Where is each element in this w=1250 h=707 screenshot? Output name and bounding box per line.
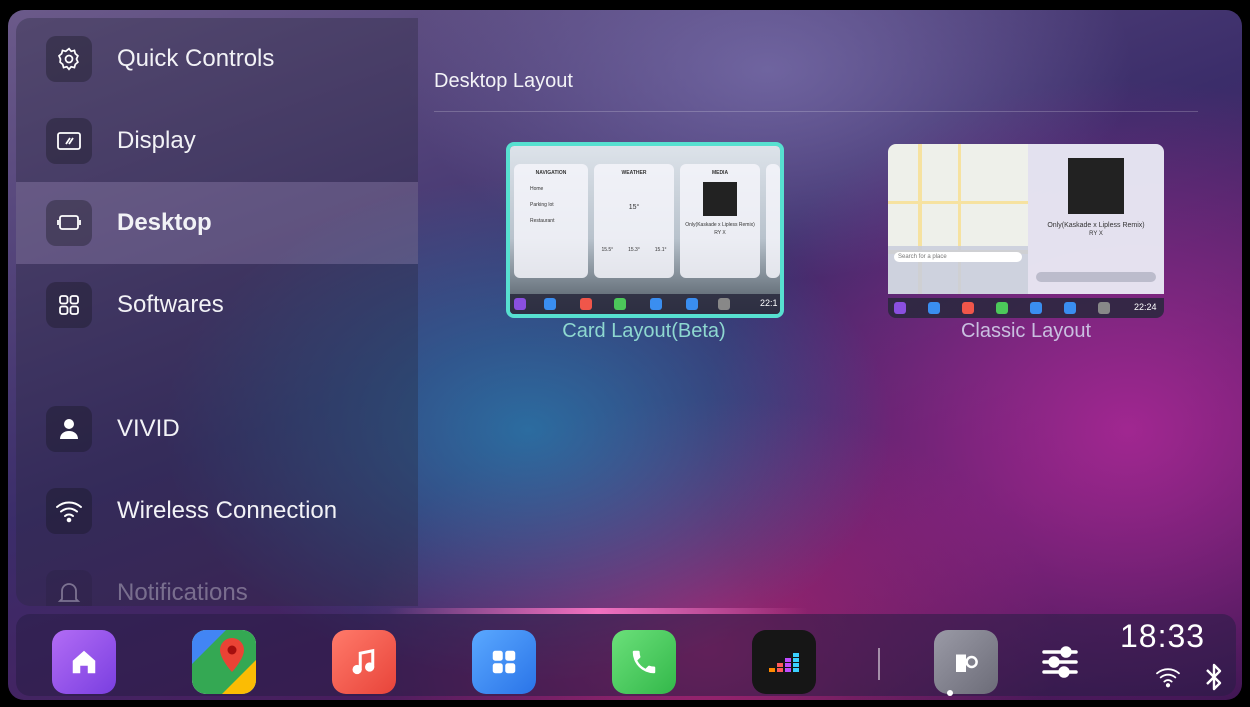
classic-layout-label[interactable]: Classic Layout	[888, 320, 1164, 343]
card-preview-navigation: NAVIGATION Home Parking lot Restaurant	[514, 164, 588, 278]
preview-nav-item: Parking lot	[530, 202, 554, 208]
preview-settings-icon	[686, 298, 698, 310]
wifi-icon	[46, 488, 92, 534]
display-icon	[46, 118, 92, 164]
sidebar-item-notifications[interactable]: Notifications	[16, 552, 418, 606]
google-maps-icon[interactable]	[192, 630, 256, 694]
page-title: Desktop Layout	[434, 70, 573, 92]
preview-car-icon	[718, 298, 730, 310]
classic-preview-dock: 22:24	[888, 298, 1164, 318]
desktop-icon	[46, 200, 92, 246]
car-settings-icon[interactable]	[934, 630, 998, 694]
preview-apps-icon	[650, 298, 662, 310]
preview-media-title: MEDIA	[711, 170, 729, 176]
deezer-icon[interactable]	[752, 630, 816, 694]
sidebar-item-label: Notifications	[117, 579, 248, 606]
settings-panel: Quick Controls Display Desktop Softwares…	[16, 18, 1236, 606]
preview-song: Only(Kaskade x Lipless Remix)	[1047, 222, 1145, 229]
card-preview-dock: 22:1	[510, 294, 780, 314]
classic-layout-option[interactable]: Search for a place Only(Kaskade x Liples…	[888, 144, 1164, 318]
preview-search: Search for a place	[894, 252, 1022, 262]
sidebar-item-label: Desktop	[117, 209, 212, 236]
gear-icon	[46, 36, 92, 82]
sidebar-item-desktop[interactable]: Desktop	[16, 182, 418, 264]
phone-icon[interactable]	[612, 630, 676, 694]
screen: Quick Controls Display Desktop Softwares…	[8, 10, 1242, 700]
preview-apps-icon	[1030, 302, 1042, 314]
dock: 18:33	[16, 614, 1236, 696]
preview-nav-item: Restaurant	[530, 218, 555, 224]
preview-song: Only(Kaskade x Lipless Remix)	[685, 222, 755, 228]
preview-settings-icon	[1064, 302, 1076, 314]
preview-home-icon	[894, 302, 906, 314]
sidebar-item-vivid[interactable]: VIVID	[16, 388, 418, 470]
preview-nav-item: Home	[530, 186, 544, 192]
preview-time: 22:24	[1134, 302, 1157, 312]
preview-phone-icon	[614, 298, 626, 310]
sidebar-item-label: Display	[117, 127, 196, 154]
sidebar-item-display[interactable]: Display	[16, 100, 418, 182]
sidebar-item-label: Wireless Connection	[117, 497, 338, 524]
preview-artist: RY X	[1089, 231, 1103, 237]
classic-preview-search: Search for a place	[888, 246, 1028, 294]
dock-separator	[878, 648, 880, 680]
card-preview-media: MEDIA Only(Kaskade x Lipless Remix) RY X	[680, 164, 760, 278]
preview-weather-title: WEATHER	[621, 170, 647, 176]
card-layout-option[interactable]: NAVIGATION Home Parking lot Restaurant W…	[506, 142, 784, 318]
album-art	[1068, 158, 1124, 214]
preview-temp: 15°	[628, 204, 640, 211]
classic-preview-media: Only(Kaskade x Lipless Remix) RY X	[1028, 144, 1164, 294]
bell-icon	[46, 570, 92, 606]
preview-chips	[1036, 272, 1156, 282]
preview-music-icon	[962, 302, 974, 314]
sidebar-item-label: Softwares	[117, 291, 224, 318]
preview-maps-icon	[928, 302, 940, 314]
album-art	[703, 182, 737, 216]
sidebar-item-wireless-connection[interactable]: Wireless Connection	[16, 470, 418, 552]
preview-nav-title: NAVIGATION	[535, 170, 567, 176]
preview-temp-item: 15.5°	[601, 247, 614, 253]
sidebar-item-label: Quick Controls	[117, 45, 275, 72]
music-icon[interactable]	[332, 630, 396, 694]
active-app-indicator	[947, 690, 953, 696]
clock: 18:33	[1120, 618, 1206, 654]
bluetooth-icon	[1204, 662, 1224, 697]
card-preview-weather: WEATHER 15° 15.5° 15.3° 15.1°	[594, 164, 674, 278]
preview-car-icon	[1098, 302, 1110, 314]
apps-grid-icon[interactable]	[472, 630, 536, 694]
preview-temp-item: 15.3°	[628, 247, 640, 253]
sidebar: Quick Controls Display Desktop Softwares…	[16, 18, 418, 606]
card-layout-label[interactable]: Card Layout(Beta)	[506, 320, 782, 343]
person-icon	[46, 406, 92, 452]
divider	[434, 111, 1198, 112]
home-icon[interactable]	[52, 630, 116, 694]
equalizer-icon[interactable]	[1028, 630, 1092, 694]
sidebar-item-quick-controls[interactable]: Quick Controls	[16, 18, 418, 100]
preview-time: 22:1	[760, 298, 778, 308]
preview-music-icon	[580, 298, 592, 310]
preview-temp-item: 15.1°	[654, 247, 667, 253]
preview-phone-icon	[996, 302, 1008, 314]
card-preview-next	[766, 164, 780, 278]
preview-home-icon	[514, 298, 526, 310]
wifi-status-icon	[1152, 666, 1184, 693]
sidebar-item-label: VIVID	[117, 415, 180, 442]
grid-icon	[46, 282, 92, 328]
preview-maps-icon	[544, 298, 556, 310]
sidebar-item-softwares[interactable]: Softwares	[16, 264, 418, 346]
preview-artist: RY X	[714, 230, 726, 236]
